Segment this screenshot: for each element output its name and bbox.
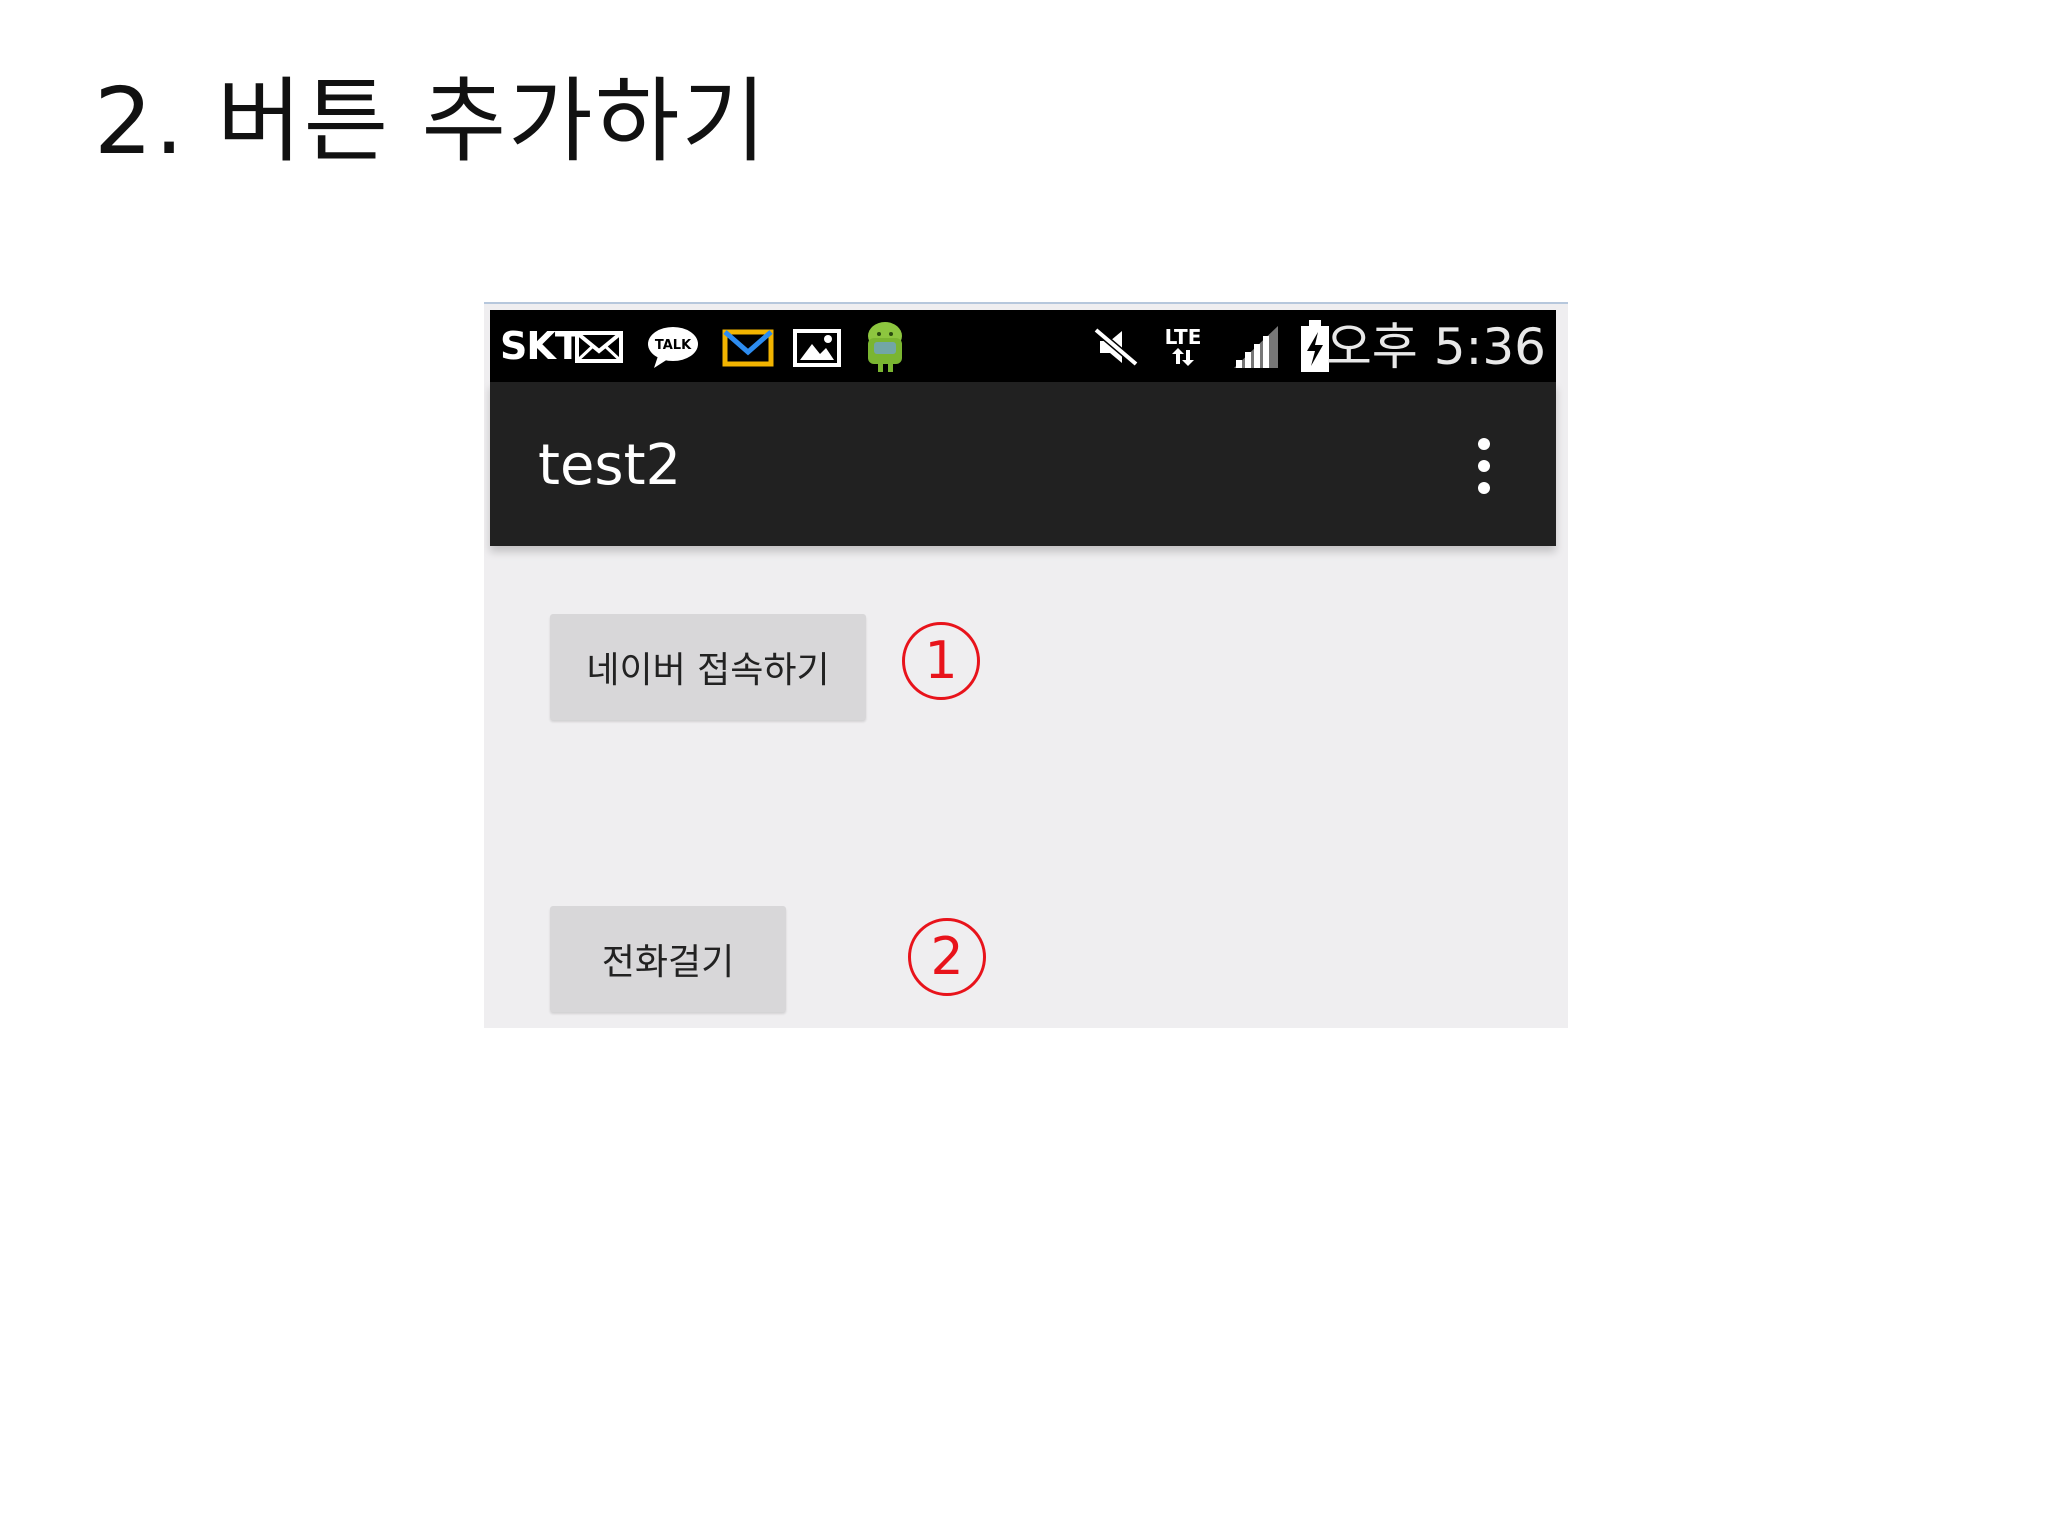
naver-connect-button[interactable]: 네이버 접속하기 — [550, 614, 866, 720]
mail-icon — [575, 331, 623, 363]
slide: 2. 버튼 추가하기 SKT TALK LTE 오후 5:36 test2 네이… — [0, 0, 2048, 1536]
talk-icon-label: TALK — [655, 338, 692, 353]
gallery-icon — [793, 329, 841, 367]
annotation-marker-1: 1 — [902, 622, 980, 700]
app-title: test2 — [538, 433, 682, 498]
android-icon — [868, 322, 902, 372]
annotation-marker-2: 2 — [908, 918, 986, 996]
slide-title: 2. 버튼 추가하기 — [94, 68, 769, 175]
gmail-icon — [722, 329, 774, 367]
overflow-menu-icon[interactable] — [1474, 438, 1494, 494]
phone-call-button[interactable]: 전화걸기 — [550, 906, 786, 1012]
kakaotalk-icon: TALK — [648, 327, 698, 368]
signal-icon — [1234, 326, 1278, 368]
status-clock: 오후 5:36 — [1325, 318, 1546, 376]
status-bar: SKT TALK LTE 오후 5:36 — [490, 310, 1556, 382]
lte-icon: LTE — [1165, 325, 1202, 366]
mute-icon — [1093, 327, 1139, 367]
phone-screenshot: SKT TALK LTE 오후 5:36 test2 네이버 접속하기 1 전화… — [484, 302, 1568, 1028]
lte-label: LTE — [1165, 325, 1202, 349]
app-bar: test2 — [490, 382, 1556, 546]
carrier-label: SKT — [500, 324, 581, 368]
